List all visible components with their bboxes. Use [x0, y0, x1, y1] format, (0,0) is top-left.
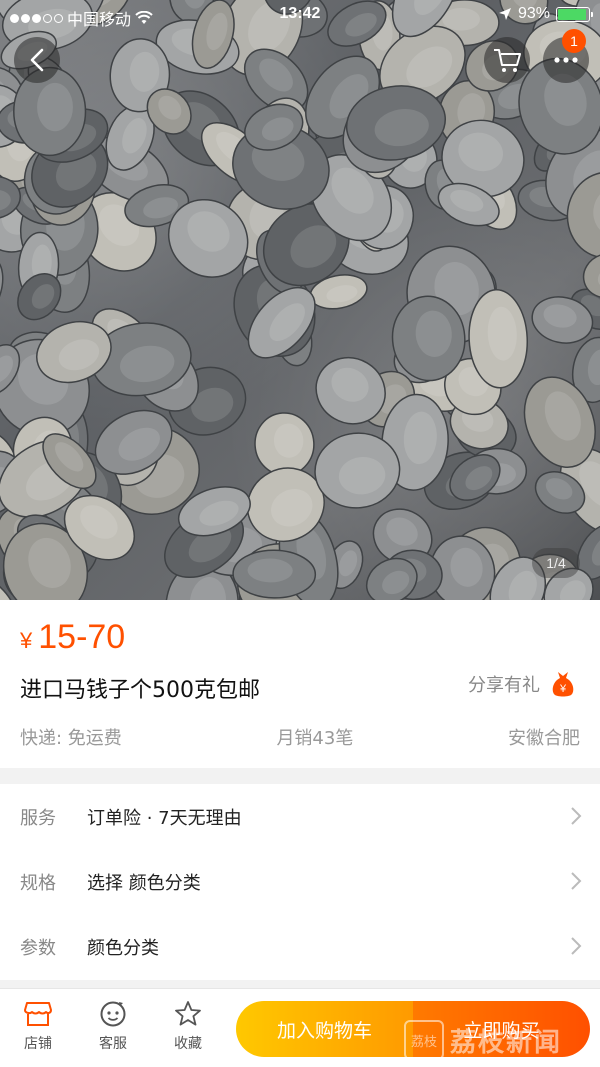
product-title: 进口马钱子个500克包邮 — [20, 678, 260, 703]
store-icon — [23, 999, 53, 1029]
option-rows: 服务 订单险 · 7天无理由 规格 选择 颜色分类 参数 颜色分类 — [0, 784, 600, 980]
chevron-right-icon — [571, 872, 582, 890]
money-bag-icon: ¥ — [550, 670, 576, 698]
row-value: 颜色分类 — [87, 937, 159, 959]
battery-icon — [556, 6, 593, 22]
status-bar: 中国移动 13:42 93% — [0, 0, 600, 30]
notification-badge: 1 — [562, 29, 586, 53]
service-row[interactable]: 服务 订单险 · 7天无理由 — [0, 784, 600, 849]
product-detail-page: 中国移动 13:42 93% 1 1/4 ¥ 15-70 进口马钱子个500克包… — [0, 0, 600, 1067]
service-label: 客服 — [99, 1036, 127, 1052]
more-dots-icon — [554, 57, 578, 63]
spec-row[interactable]: 规格 选择 颜色分类 — [0, 849, 600, 914]
add-to-cart-button[interactable]: 加入购物车 — [236, 1001, 413, 1057]
params-row[interactable]: 参数 颜色分类 — [0, 914, 600, 979]
customer-service-tab[interactable]: 客服 — [83, 999, 143, 1053]
location-arrow-icon — [498, 8, 511, 20]
chevron-right-icon — [571, 807, 582, 825]
svg-text:¥: ¥ — [559, 683, 567, 695]
shop-tab[interactable]: 店铺 — [8, 999, 68, 1053]
ship-from-location: 安徽合肥 — [507, 728, 580, 749]
favorite-label: 收藏 — [174, 1036, 202, 1052]
product-image[interactable] — [0, 0, 600, 600]
share-button[interactable]: 分享有礼 ¥ — [468, 670, 576, 698]
product-meta: 快递: 免运费 月销43笔 安徽合肥 — [20, 724, 580, 750]
chevron-right-icon — [571, 937, 582, 955]
cart-icon — [494, 49, 521, 72]
battery-fill — [558, 8, 586, 20]
row-value: 订单险 · 7天无理由 — [87, 807, 242, 829]
purchase-actions: 加入购物车 立即购买 — [236, 1001, 590, 1057]
chevron-left-icon — [30, 48, 44, 72]
battery-percent: 93% — [517, 5, 550, 22]
price-value: 15-70 — [38, 618, 126, 656]
share-label: 分享有礼 — [468, 675, 540, 696]
price: ¥ 15-70 — [20, 618, 125, 657]
cart-button[interactable] — [484, 37, 530, 83]
row-label: 规格 — [20, 872, 56, 894]
row-label: 参数 — [20, 937, 56, 959]
chat-smile-icon — [98, 999, 128, 1029]
favorite-tab[interactable]: 收藏 — [158, 999, 218, 1053]
buy-now-button[interactable]: 立即购买 — [413, 1001, 590, 1057]
star-icon — [173, 999, 203, 1029]
currency-symbol: ¥ — [20, 628, 33, 653]
row-label: 服务 — [20, 807, 56, 829]
row-value: 选择 颜色分类 — [87, 872, 201, 894]
back-button[interactable] — [14, 37, 60, 83]
bottom-action-bar: 店铺 客服 收藏 加入购物车 立即购买 — [0, 988, 600, 1067]
shipping-info: 快递: 免运费 — [20, 728, 122, 749]
product-info: ¥ 15-70 进口马钱子个500克包邮 分享有礼 ¥ 快递: 免运费 月销43… — [0, 600, 600, 768]
monthly-sales: 月销43笔 — [276, 728, 354, 749]
status-right: 93% — [498, 5, 593, 23]
image-pager: 1/4 — [532, 548, 580, 578]
shop-label: 店铺 — [24, 1036, 52, 1052]
seed-photo — [0, 0, 600, 600]
